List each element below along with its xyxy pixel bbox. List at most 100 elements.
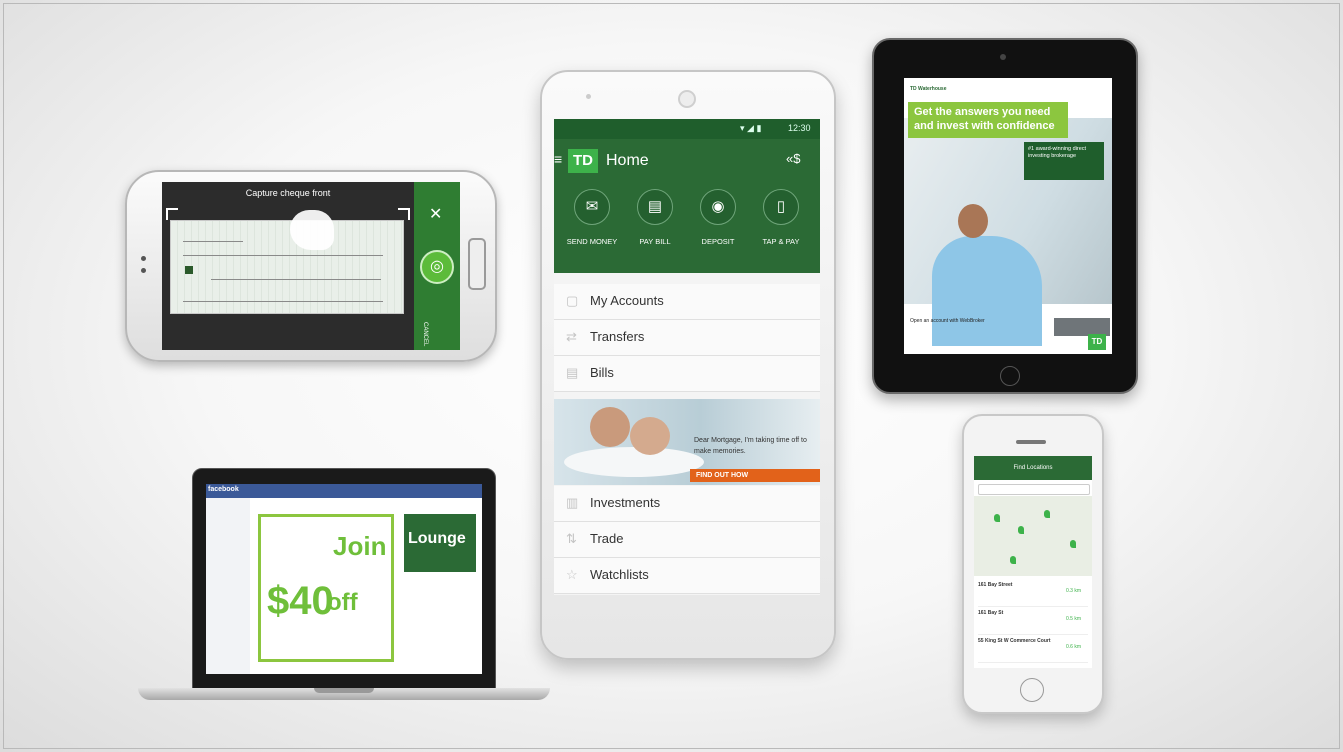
cheque-image	[170, 220, 404, 314]
signal-icon: ▾ ◢ ▮	[740, 123, 762, 133]
discount-amount: $40	[267, 579, 334, 623]
location-row[interactable]: 161 Bay St 0.5 km	[978, 608, 1088, 635]
tablet-camera	[1000, 54, 1006, 60]
home-button	[1020, 678, 1044, 702]
home-button	[1000, 366, 1020, 386]
facebook-header: facebook	[206, 484, 482, 498]
trade-icon: ⇅	[566, 531, 577, 546]
menu-item-label: Trade	[590, 531, 624, 546]
menu-item-my-accounts[interactable]: ▢ My Accounts	[554, 284, 820, 320]
search-input[interactable]	[978, 484, 1090, 495]
flash-off-icon[interactable]: ✕	[429, 204, 442, 224]
banner-photo	[590, 407, 630, 447]
menu-item-label: Watchlists	[590, 567, 649, 582]
ad-headline: Get the answers you need and invest with…	[908, 102, 1068, 138]
tablet-screen: TD Waterhouse Get the answers you need a…	[904, 78, 1112, 354]
discount-label: off	[327, 589, 358, 616]
shutter-button[interactable]: ◎	[420, 250, 454, 284]
frame-corner	[166, 208, 178, 220]
tap-pay-icon: ▯	[763, 189, 799, 225]
home-button	[468, 238, 486, 290]
menu-item-trade[interactable]: ⇅ Trade	[554, 522, 820, 558]
lounge-text: Lounge	[408, 530, 466, 547]
menu-icon[interactable]: ≡	[554, 151, 562, 167]
phone-speaker	[678, 90, 696, 108]
page-title: Find Locations	[974, 456, 1092, 480]
td-logo: TD	[1088, 334, 1106, 350]
deposit-button[interactable]: ◉ DEPOSIT	[690, 189, 746, 246]
action-label: TAP & PAY	[762, 237, 800, 246]
find-out-how-button[interactable]: FIND OUT HOW	[690, 469, 820, 482]
page-title: Home	[606, 152, 649, 169]
menu-item-label: Bills	[590, 365, 614, 380]
brand-name: TD Waterhouse	[910, 86, 947, 92]
find-locations-screen: Find Locations 161 Bay Street 0.3 km 161…	[974, 456, 1092, 668]
td-app-screen: ▾ ◢ ▮ 12:30 ≡ TD Home «$ ✉ SEND MONEY ▤ …	[554, 119, 820, 595]
facebook-sidebar	[206, 498, 250, 674]
pay-bill-button[interactable]: ▤ PAY BILL	[627, 189, 683, 246]
banner-text: Dear Mortgage, I'm taking time off to ma…	[694, 437, 807, 455]
menu-item-label: Investments	[590, 495, 661, 510]
map-pin-icon[interactable]	[1070, 540, 1076, 548]
laptop: facebook Join $40 off Lounge	[192, 468, 496, 690]
tablet: TD Waterhouse Get the answers you need a…	[872, 38, 1138, 394]
phone-sensor	[141, 256, 146, 261]
action-label: PAY BILL	[639, 237, 671, 246]
map-pin-icon[interactable]	[994, 514, 1000, 522]
hand-pointer-icon	[290, 210, 334, 250]
menu-item-transfers[interactable]: ⇄ Transfers	[554, 320, 820, 356]
landscape-phone: Capture cheque front ✕ ◎ CANCEL	[125, 170, 497, 362]
laptop-base	[138, 688, 550, 700]
lounge-ad[interactable]: Lounge	[404, 514, 476, 572]
ad-photo	[932, 236, 1042, 346]
award-badge: #1 award-winning direct investing broker…	[1024, 142, 1104, 180]
action-label: DEPOSIT	[701, 237, 735, 246]
facebook-logo: facebook	[208, 486, 239, 493]
ad-footer[interactable]: Open an account with WebBroker	[910, 318, 985, 324]
map-pin-icon[interactable]	[1018, 526, 1024, 534]
location-row[interactable]: 161 Bay Street 0.3 km	[978, 580, 1088, 607]
laptop-screen: facebook Join $40 off Lounge	[206, 484, 482, 674]
coin-icon[interactable]: «$	[786, 151, 800, 166]
bank-logo	[185, 266, 193, 274]
phone-sensor	[141, 268, 146, 273]
location-distance: 0.5 km	[1066, 616, 1082, 622]
menu-item-investments[interactable]: ▥ Investments	[554, 486, 820, 522]
tap-pay-button[interactable]: ▯ TAP & PAY	[753, 189, 809, 246]
cheque-capture-screen: Capture cheque front ✕ ◎ CANCEL	[162, 182, 460, 350]
app-header: ≡ TD Home «$ ✉ SEND MONEY ▤ PAY BILL ◉ D…	[554, 139, 820, 273]
action-label: SEND MONEY	[566, 237, 618, 246]
td-ad[interactable]: Join $40 off	[258, 514, 394, 662]
location-name: 55 King St W Commerce Court	[978, 638, 1051, 644]
location-row[interactable]: 55 King St W Commerce Court 0.6 km	[978, 636, 1088, 663]
camera-view: Capture cheque front	[162, 182, 414, 350]
accounts-icon: ▢	[566, 293, 579, 308]
map-pin-icon[interactable]	[1044, 510, 1050, 518]
laptop-notch	[314, 688, 374, 693]
banner-photo	[564, 447, 704, 477]
map-pin-icon[interactable]	[1010, 556, 1016, 564]
map-view[interactable]	[974, 496, 1092, 576]
location-name: 161 Bay St	[978, 610, 1004, 616]
menu-item-label: My Accounts	[590, 293, 664, 308]
td-logo: TD	[568, 149, 598, 173]
menu-item-watchlists[interactable]: ☆ Watchlists	[554, 558, 820, 594]
join-text: Join	[333, 531, 387, 561]
menu-item-bills[interactable]: ▤ Bills	[554, 356, 820, 392]
phone-sensor	[586, 94, 591, 99]
pay-bill-icon: ▤	[637, 189, 673, 225]
send-money-icon: ✉	[574, 189, 610, 225]
investments-icon: ▥	[566, 495, 579, 510]
send-money-button[interactable]: ✉ SEND MONEY	[564, 189, 620, 246]
banner-photo	[630, 417, 670, 455]
frame-corner	[398, 208, 410, 220]
location-name: 161 Bay Street	[978, 582, 1013, 588]
center-phone: ▾ ◢ ▮ 12:30 ≡ TD Home «$ ✉ SEND MONEY ▤ …	[540, 70, 836, 660]
menu-item-label: Transfers	[590, 329, 645, 344]
mortgage-banner[interactable]: Dear Mortgage, I'm taking time off to ma…	[554, 399, 820, 485]
location-distance: 0.6 km	[1066, 644, 1082, 650]
iphone: Find Locations 161 Bay Street 0.3 km 161…	[962, 414, 1104, 714]
cancel-button[interactable]: CANCEL	[422, 322, 428, 346]
location-distance: 0.3 km	[1066, 588, 1082, 594]
bills-icon: ▤	[566, 365, 579, 380]
